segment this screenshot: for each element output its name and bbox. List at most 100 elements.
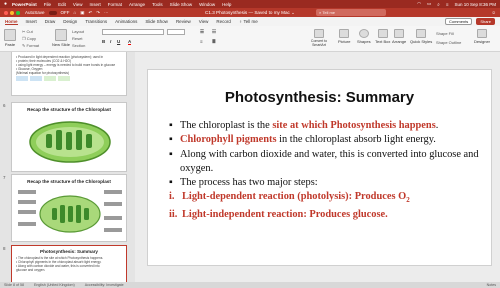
tab-view[interactable]: View [199,19,209,24]
numbering-button[interactable]: ☷ [212,29,216,35]
search-icon[interactable]: ⌕ [437,2,440,7]
apple-icon[interactable]: ● [4,1,7,7]
more-icon[interactable]: ··· [104,10,109,15]
autosave-label: AutoSave [25,10,45,15]
slide-thumbnail-5[interactable]: • Produced in light dependent reaction (… [11,52,127,96]
tab-animations[interactable]: Animations [115,19,137,24]
slide-body[interactable]: ▪ The chloroplast is the site at which P… [169,119,487,222]
tab-insert[interactable]: Insert [26,19,37,24]
step-text: Light-dependent reaction (photolysis): P… [182,190,410,207]
shape-outline-button[interactable]: Shape Outline [436,40,461,45]
bullet-square: ▪ [169,134,173,146]
step-text-part: Light-dependent reaction (photolysis): P… [182,191,407,203]
menu-help[interactable]: Help [222,2,231,7]
bullets-button[interactable]: ☰ [200,29,204,35]
format-painter-button[interactable]: ✎ Format [22,43,39,48]
menu-clock[interactable]: Sun 10 Sep 8:36 PM [454,2,496,7]
shape-fill-button[interactable]: Shape Fill [436,31,454,36]
arrange-button[interactable]: Arrange [392,29,406,44]
tab-review[interactable]: Review [176,19,191,24]
font-color-button[interactable]: A [128,39,132,45]
section-button[interactable]: Section [72,43,85,48]
font-name-select[interactable] [102,29,164,35]
thumbnail-text: glucose and oxygen. [16,268,46,272]
wifi-icon[interactable]: ◠ [417,1,421,7]
align-center-button[interactable]: ≣ [212,39,216,45]
menu-window[interactable]: Window [199,2,215,7]
designer-label: Designer [474,39,491,44]
slide-thumbnail-6[interactable]: Recap the structure of the Chloroplast [11,102,127,172]
home-icon[interactable]: ⌂ [74,10,77,15]
bullet-chlorophyll: ▪ Chlorophyll pigments in the chloroplas… [169,133,487,147]
tab-home[interactable]: Home [5,19,18,25]
shapes-label: Shapes [357,39,371,44]
search-box[interactable]: ⌕ Tell me [316,9,386,16]
text-box-button[interactable]: Text Box [375,29,390,44]
underline-button[interactable]: U [117,39,120,44]
font-size-select[interactable] [167,29,185,35]
paste-icon [4,29,16,41]
menu-tools[interactable]: Tools [152,2,163,7]
menu-file[interactable]: File [44,2,51,7]
new-slide-button[interactable]: New Slide [52,29,70,47]
equation-box [58,76,70,81]
accessibility-checker[interactable]: Accessibility: Investigate [85,283,124,287]
arrange-icon [394,29,405,38]
slide-editing-canvas: Photosynthesis: Summary ▪ The chloroplas… [135,52,500,282]
slide-thumbnail-7[interactable]: Recap the structure of the Chloroplast [11,174,127,242]
slide-thumbnail-8[interactable]: Photosynthesis: Summary • The chloroplas… [11,245,127,282]
close-window-button[interactable] [4,10,8,15]
chloroplast-diagram [29,121,111,163]
cut-button[interactable]: ✂ Cut [22,29,33,34]
tab-record[interactable]: Record [216,19,231,24]
menu-insert[interactable]: Insert [90,2,101,7]
slide-title[interactable]: Photosynthesis: Summary [148,89,491,106]
tell-me-tab[interactable]: ♀ Tell me [239,19,258,24]
bullet-highlight: site at which Photosynthesis happens [272,120,436,131]
bold-button[interactable]: B [102,39,105,44]
quick-styles-button[interactable]: Quick Styles [410,29,432,44]
minimize-window-button[interactable] [10,10,14,15]
redo-icon[interactable]: ↷ [96,10,100,16]
tab-transitions[interactable]: Transitions [85,19,107,24]
menu-app-name[interactable]: PowerPoint [12,2,37,7]
status-bar: Slide 8 of 58 English (United Kingdom) A… [0,282,500,288]
shapes-button[interactable]: Shapes [357,29,371,44]
battery-icon[interactable]: ▭ [427,1,431,7]
copy-label: Copy [26,36,37,41]
comments-button[interactable]: Comments [444,18,473,25]
picture-button[interactable]: Picture [338,29,350,44]
mac-menu-bar: ● PowerPoint File Edit View Insert Forma… [0,0,500,8]
copy-button[interactable]: ❐ Copy [22,36,36,41]
italic-button[interactable]: I [110,39,111,44]
reset-button[interactable]: Reset [72,36,82,41]
slide-number-8: 8 [3,246,6,251]
align-left-button[interactable]: ≡ [200,39,203,44]
cut-label: Cut [26,29,33,34]
tab-draw[interactable]: Draw [45,19,56,24]
menu-edit[interactable]: Edit [58,2,66,7]
menu-arrange[interactable]: Arrange [129,2,145,7]
window-title-bar: AutoSave OFF ⌂ ▣ ↶ ↷ ··· C1.3 Photosynth… [0,8,500,17]
paste-button[interactable]: Paste [4,29,16,47]
current-slide[interactable]: Photosynthesis: Summary ▪ The chloroplas… [147,69,492,266]
menu-format[interactable]: Format [108,2,122,7]
tab-design[interactable]: Design [63,19,77,24]
convert-smartart-button[interactable]: Convert to SmartArt [306,29,332,47]
menu-slide-show[interactable]: Slide Show [170,2,193,7]
picture-icon [339,29,350,38]
share-button[interactable]: Share [476,18,495,25]
designer-button[interactable]: Designer [474,29,490,44]
undo-icon[interactable]: ↶ [89,10,93,16]
tab-slide-show[interactable]: Slide Show [145,19,168,24]
layout-button[interactable]: Layout [72,29,84,34]
control-center-icon[interactable]: ≡ [446,2,449,7]
menu-view[interactable]: View [73,2,83,7]
save-icon[interactable]: ▣ [80,10,84,16]
account-icon[interactable]: ☺ [491,10,496,15]
zoom-window-button[interactable] [16,10,20,15]
autosave-toggle[interactable] [48,10,57,15]
notes-button[interactable]: Notes [487,283,496,287]
language-indicator[interactable]: English (United Kingdom) [34,283,75,287]
step-subscript: 2 [406,196,410,205]
